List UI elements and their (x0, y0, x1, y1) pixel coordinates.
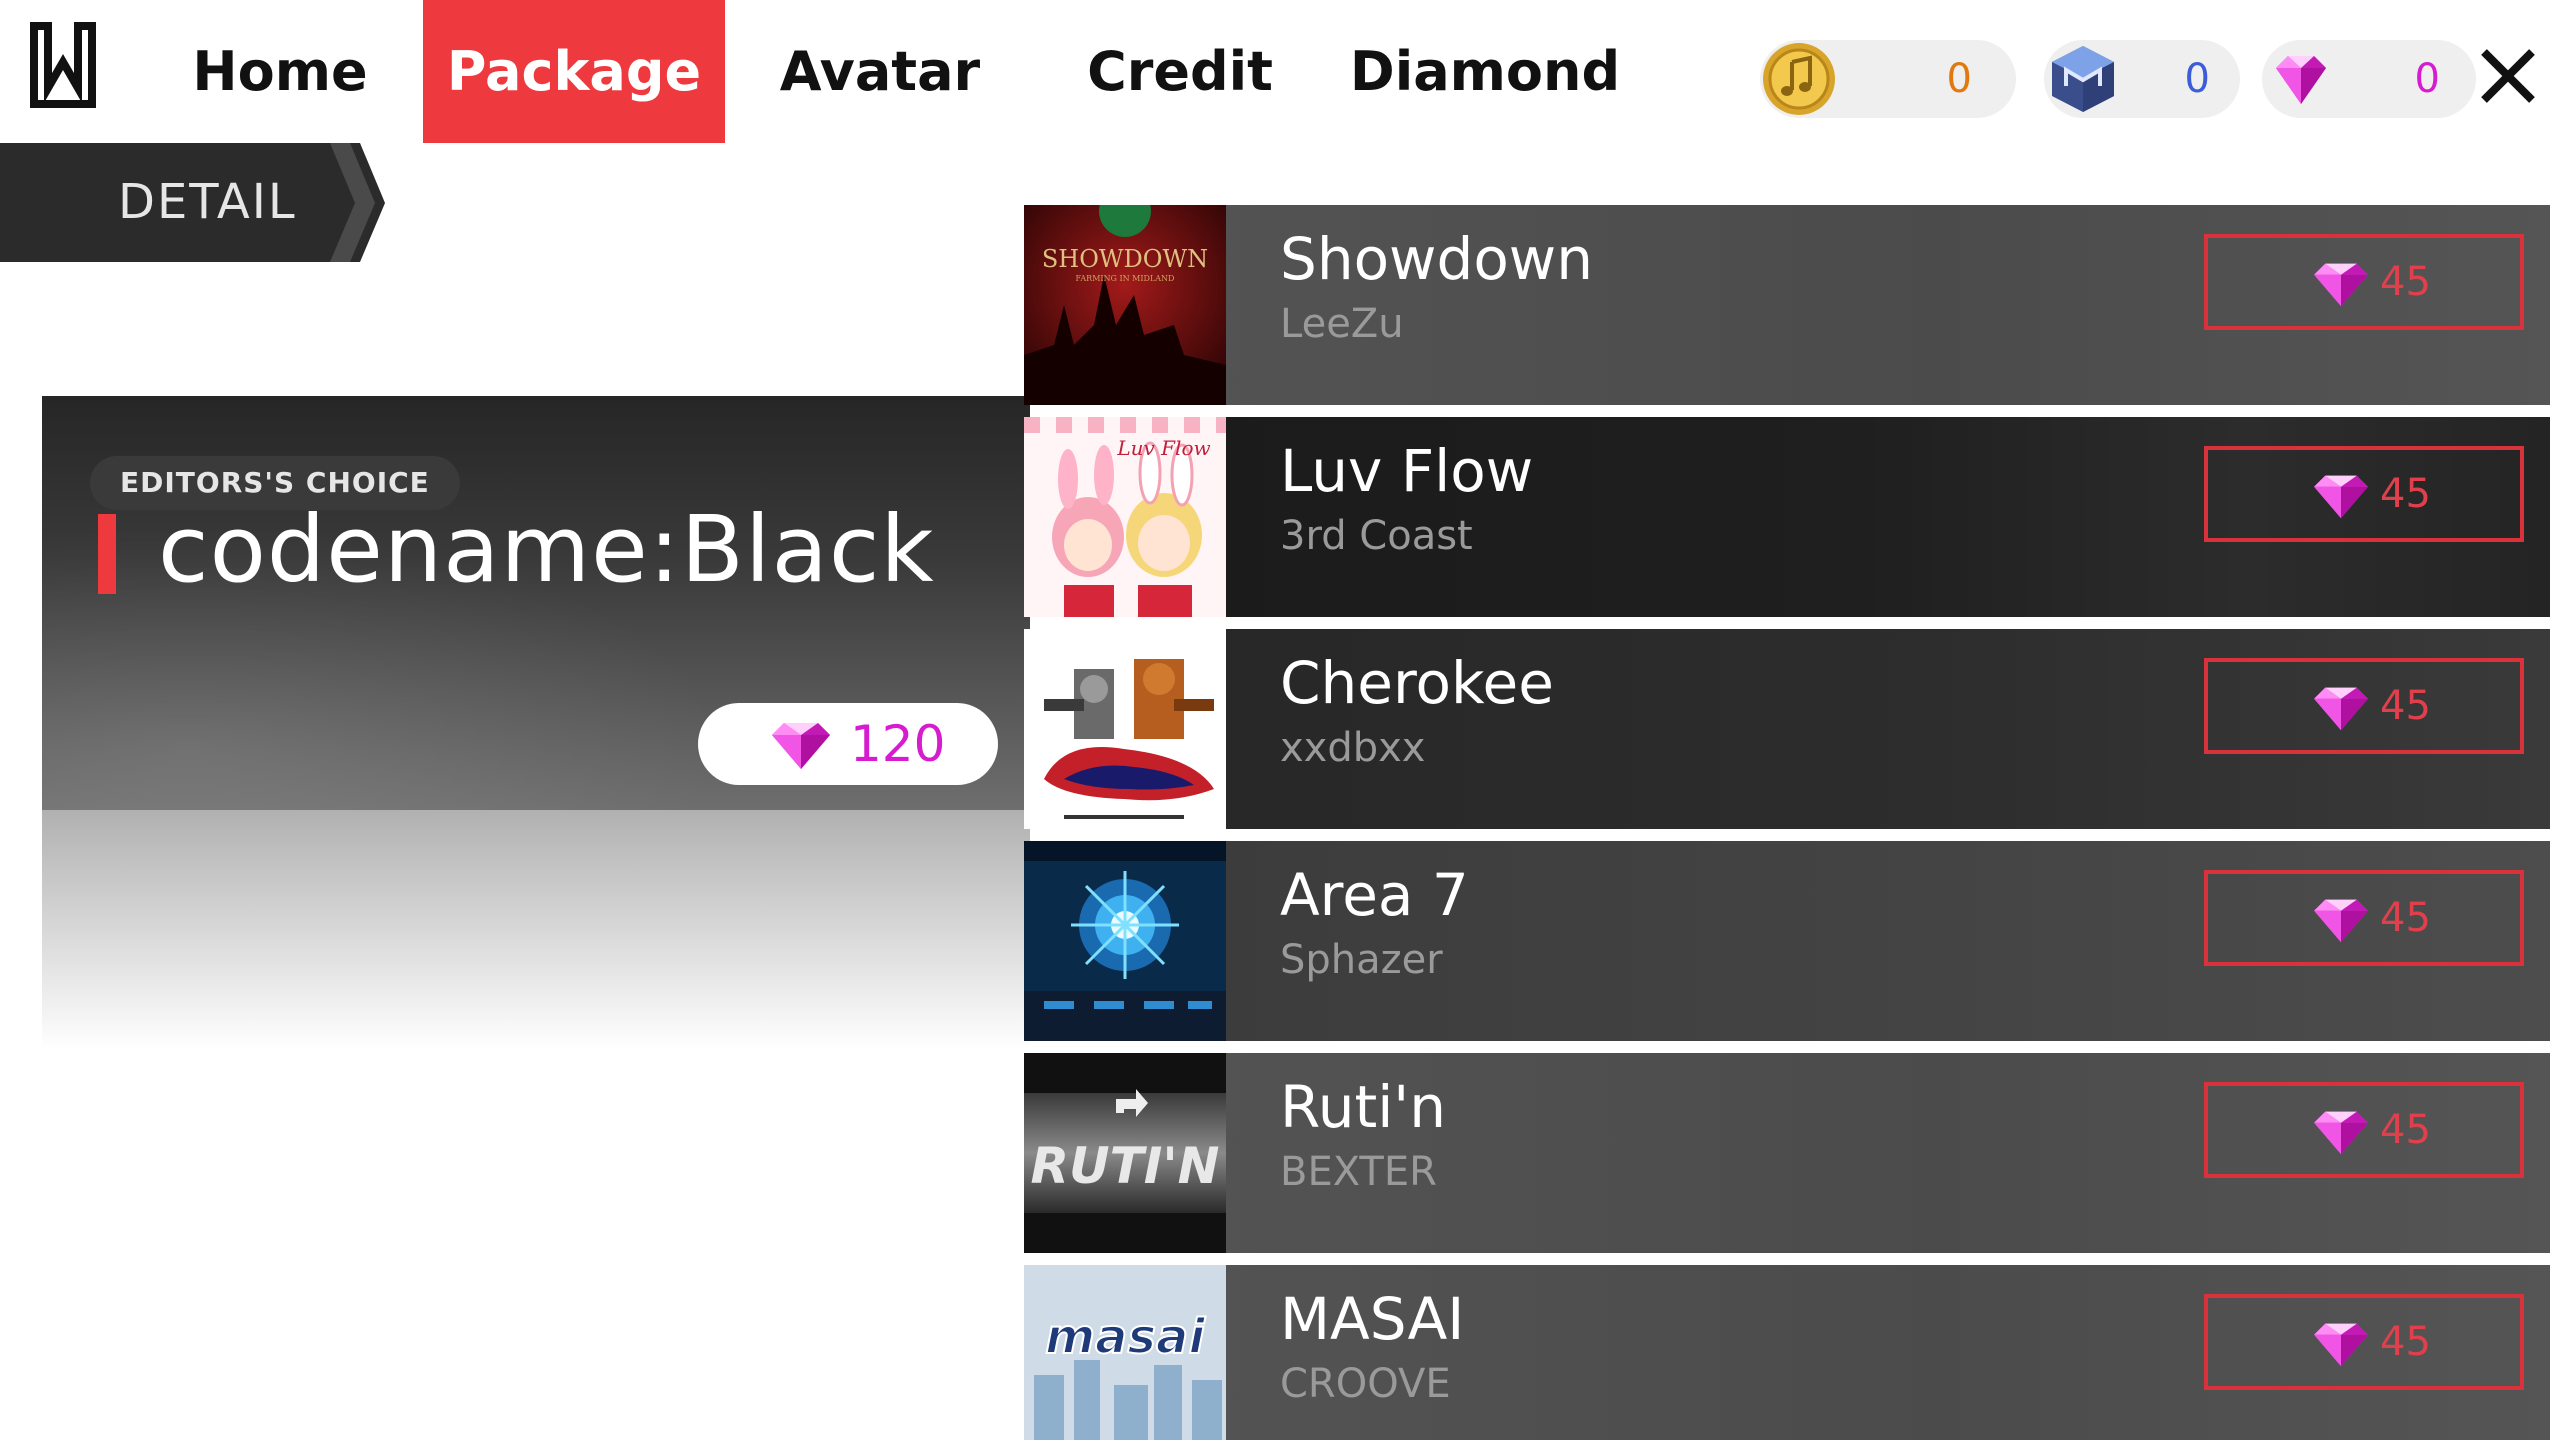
album-art-cherokee (1024, 629, 1226, 829)
song-title: Showdown (1280, 225, 1593, 293)
album-art-rutin: RUTI'N (1024, 1053, 1226, 1253)
song-artist: 3rd Coast (1280, 513, 1473, 559)
title-accent-bar (98, 514, 116, 594)
package-price-button[interactable]: 120 (698, 703, 998, 785)
maxim-cube-icon (2052, 46, 2114, 112)
song-artist: LeeZu (1280, 301, 1404, 347)
game-logo-icon[interactable] (30, 22, 96, 108)
diamond-icon (2314, 899, 2368, 943)
thumb-text-masai: masai (1045, 1309, 1205, 1365)
package-card-fade (42, 810, 1030, 1050)
buy-button-masai[interactable]: 45 (2204, 1294, 2524, 1390)
thumb-subtext-showdown: FARMING IN MIDLAND (1076, 274, 1175, 283)
song-title: Ruti'n (1280, 1073, 1447, 1141)
music-coin-balance[interactable]: 0 (1760, 40, 2016, 118)
price-value: 45 (2380, 895, 2431, 941)
detail-label: DETAIL (118, 174, 297, 230)
album-art-masai: masai (1024, 1265, 1226, 1440)
song-list: SHOWDOWN FARMING IN MIDLAND Showdown Lee… (1024, 205, 2550, 1440)
cube-value: 0 (2184, 56, 2210, 102)
tab-home[interactable]: Home (160, 0, 400, 143)
song-row-showdown: SHOWDOWN FARMING IN MIDLAND Showdown Lee… (1024, 205, 2550, 405)
diamond-balance[interactable]: 0 (2262, 40, 2476, 118)
tab-package[interactable]: Package (423, 0, 725, 143)
price-value: 45 (2380, 683, 2431, 729)
music-coin-value: 0 (1946, 56, 1972, 102)
price-value: 45 (2380, 259, 2431, 305)
song-row-masai: masai MASAI CROOVE 45 (1024, 1265, 2550, 1440)
buy-button-area-7[interactable]: 45 (2204, 870, 2524, 966)
song-row-luv-flow: Luv Flow Luv Flow 3rd Coast 45 (1024, 417, 2550, 617)
price-value: 45 (2380, 1319, 2431, 1365)
cube-balance[interactable]: 0 (2044, 40, 2240, 118)
music-coin-icon (1763, 43, 1835, 115)
diamond-icon (2314, 687, 2368, 731)
buy-button-showdown[interactable]: 45 (2204, 234, 2524, 330)
song-title: Area 7 (1280, 861, 1469, 929)
buy-button-rutin[interactable]: 45 (2204, 1082, 2524, 1178)
close-icon[interactable] (2476, 44, 2540, 108)
diamond-icon (2276, 56, 2326, 104)
buy-button-luv-flow[interactable]: 45 (2204, 446, 2524, 542)
song-row-area-7: Area 7 Sphazer 45 (1024, 841, 2550, 1041)
diamond-icon (2314, 1111, 2368, 1155)
top-nav-bar: Home Package Avatar Credit Diamond 0 0 0 (0, 0, 2560, 143)
album-art-area-7 (1024, 841, 1226, 1041)
price-value: 45 (2380, 471, 2431, 517)
thumb-text-rutin: RUTI'N (1031, 1137, 1220, 1195)
tab-diamond[interactable]: Diamond (1350, 0, 1620, 143)
tab-credit[interactable]: Credit (1060, 0, 1300, 143)
package-price-value: 120 (850, 715, 946, 773)
song-artist: Sphazer (1280, 937, 1443, 983)
diamond-value: 0 (2414, 56, 2440, 102)
song-title: Luv Flow (1280, 437, 1534, 505)
diamond-icon (772, 723, 830, 769)
song-row-rutin: RUTI'N Ruti'n BEXTER 45 (1024, 1053, 2550, 1253)
detail-ribbon: DETAIL (0, 143, 385, 262)
thumb-text-showdown: SHOWDOWN (1042, 245, 1208, 273)
song-row-cherokee: Cherokee xxdbxx 45 (1024, 629, 2550, 829)
album-art-luv-flow: Luv Flow (1024, 417, 1226, 617)
price-value: 45 (2380, 1107, 2431, 1153)
album-art-showdown: SHOWDOWN FARMING IN MIDLAND (1024, 205, 1226, 405)
diamond-icon (2314, 1323, 2368, 1367)
song-artist: CROOVE (1280, 1361, 1451, 1407)
package-title: codename:Black (158, 496, 935, 603)
song-title: MASAI (1280, 1285, 1465, 1353)
song-title: Cherokee (1280, 649, 1554, 717)
song-artist: BEXTER (1280, 1149, 1437, 1195)
package-card: EDITORS'S CHOICE codename:Black 120 (42, 396, 1030, 810)
thumb-text-luv-flow: Luv Flow (1116, 436, 1210, 460)
diamond-icon (2314, 263, 2368, 307)
diamond-icon (2314, 475, 2368, 519)
song-artist: xxdbxx (1280, 725, 1426, 771)
tab-avatar[interactable]: Avatar (760, 0, 1000, 143)
buy-button-cherokee[interactable]: 45 (2204, 658, 2524, 754)
